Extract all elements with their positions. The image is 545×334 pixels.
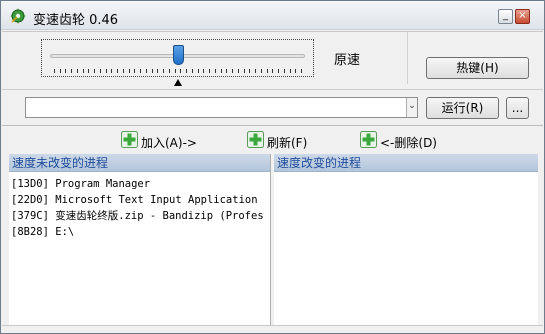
browse-button[interactable]: ... <box>506 97 529 119</box>
slider-tick <box>214 69 216 73</box>
slider-tick <box>71 69 73 73</box>
slider-tick <box>209 69 211 73</box>
slider-tick <box>59 69 61 73</box>
slider-tick <box>117 69 119 73</box>
slider-tick <box>266 69 268 73</box>
slider-tick <box>249 69 251 73</box>
slider-tick <box>163 69 165 73</box>
list-item[interactable]: [22D0] Microsoft Text Input Application <box>11 192 270 208</box>
slider-tick <box>157 69 159 73</box>
unchanged-panel-header: 速度未改变的进程 <box>9 154 270 172</box>
unchanged-process-panel: 速度未改变的进程 [13D0] Program Manager [22D0] M… <box>9 154 271 325</box>
divider <box>407 32 408 84</box>
run-button[interactable]: 运行(R) <box>426 97 499 119</box>
slider-tick <box>191 69 193 73</box>
slider-tick <box>145 69 147 73</box>
plus-icon <box>121 131 138 148</box>
add-button[interactable]: 加入(A)-> <box>121 131 241 151</box>
remove-button[interactable]: <-删除(D) <box>360 131 480 151</box>
slider-tick <box>76 69 78 73</box>
divider <box>2 31 543 32</box>
title-bar[interactable]: 变速齿轮 0.46 _ × <box>1 1 544 30</box>
slider-tick <box>260 69 262 73</box>
refresh-button[interactable]: 刷新(F) <box>247 131 347 151</box>
slider-tick <box>186 69 188 73</box>
slider-thumb[interactable] <box>172 45 184 65</box>
speed-label: 原速 <box>334 53 361 68</box>
slider-tick <box>203 69 205 73</box>
slider-tick <box>128 69 130 73</box>
slider-tick <box>88 69 90 73</box>
slider-ticks <box>54 69 302 73</box>
plus-icon <box>360 131 377 148</box>
slider-tick <box>255 69 257 73</box>
slider-tick <box>197 69 199 73</box>
remove-label: <-删除(D) <box>380 136 437 150</box>
slider-tick <box>289 69 291 73</box>
window-title: 变速齿轮 0.46 <box>33 13 119 28</box>
list-item[interactable]: [379C] 变速齿轮终版.zip - Bandizip (Profes <box>11 208 270 224</box>
slider-tick <box>168 69 170 73</box>
add-label: 加入(A)-> <box>141 136 197 150</box>
slider-tick <box>174 69 176 73</box>
slider-tick <box>237 69 239 73</box>
list-item[interactable]: [8B28] E:\ <box>11 224 270 240</box>
process-combo[interactable]: ⌄ <box>25 97 418 118</box>
hotkey-button[interactable]: 热键(H) <box>426 57 529 79</box>
slider-tick <box>111 69 113 73</box>
slider-tick <box>232 69 234 73</box>
divider <box>2 325 543 326</box>
slider-tick <box>295 69 297 73</box>
divider <box>2 89 543 90</box>
plus-icon <box>247 131 264 148</box>
slider-tick <box>82 69 84 73</box>
slider-tick <box>278 69 280 73</box>
list-item[interactable]: [13D0] Program Manager <box>11 176 270 192</box>
slider-tick <box>99 69 101 73</box>
slider-tick <box>283 69 285 73</box>
app-window: 变速齿轮 0.46 _ × 原速 热键(H) ⌄ 运行(R) ... 加入(A)… <box>0 0 545 334</box>
speed-slider[interactable] <box>41 39 314 77</box>
slider-tick <box>122 69 124 73</box>
close-button[interactable]: × <box>515 9 530 24</box>
divider <box>2 125 543 126</box>
slider-tick <box>220 69 222 73</box>
slider-tick <box>134 69 136 73</box>
slider-tick <box>65 69 67 73</box>
slider-tick <box>54 69 55 73</box>
changed-process-list[interactable] <box>274 172 538 176</box>
changed-process-panel: 速度改变的进程 <box>274 154 538 325</box>
slider-tick <box>243 69 245 73</box>
slider-tick <box>226 69 228 73</box>
slider-tick <box>140 69 142 73</box>
slider-tick <box>272 69 274 73</box>
gear-app-icon <box>10 8 26 24</box>
slider-tick <box>180 69 182 73</box>
changed-panel-header: 速度改变的进程 <box>274 154 538 172</box>
slider-tick <box>105 69 107 73</box>
slider-tick <box>94 69 96 73</box>
slider-position-marker-icon <box>173 79 182 86</box>
slider-tick <box>301 69 302 73</box>
slider-tick <box>151 69 153 73</box>
minimize-button[interactable]: _ <box>498 9 513 24</box>
unchanged-process-list[interactable]: [13D0] Program Manager [22D0] Microsoft … <box>9 172 270 240</box>
refresh-label: 刷新(F) <box>267 136 308 150</box>
chevron-down-icon[interactable]: ⌄ <box>406 98 417 117</box>
